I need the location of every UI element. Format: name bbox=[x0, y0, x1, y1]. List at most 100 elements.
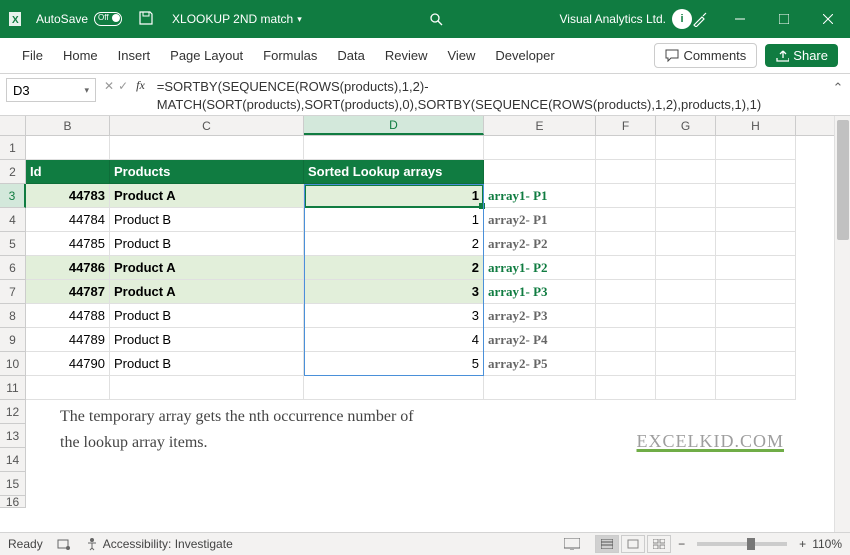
row-header[interactable]: 10 bbox=[0, 352, 26, 376]
table-header-sorted[interactable]: Sorted Lookup arrays bbox=[304, 160, 484, 184]
tab-file[interactable]: File bbox=[12, 38, 53, 74]
comments-button[interactable]: Comments bbox=[654, 43, 757, 68]
cell-id[interactable]: 44787 bbox=[26, 280, 110, 304]
cell-annotation[interactable]: array1- P2 bbox=[484, 256, 596, 280]
cell-product[interactable]: Product B bbox=[110, 304, 304, 328]
row-header[interactable]: 3 bbox=[0, 184, 26, 208]
select-all-corner[interactable] bbox=[0, 116, 26, 135]
maximize-button[interactable] bbox=[762, 0, 806, 38]
cell-sorted[interactable]: 2 bbox=[304, 232, 484, 256]
toggle-switch[interactable]: Off bbox=[94, 12, 122, 26]
tab-insert[interactable]: Insert bbox=[108, 38, 161, 74]
zoom-level[interactable]: 110% bbox=[812, 537, 842, 551]
formula-expand-button[interactable]: ⌃ bbox=[826, 80, 850, 96]
cell-product[interactable]: Product B bbox=[110, 208, 304, 232]
table-header-id[interactable]: Id bbox=[26, 160, 110, 184]
accessibility-status[interactable]: Accessibility: Investigate bbox=[85, 537, 233, 551]
cell-id[interactable]: 44784 bbox=[26, 208, 110, 232]
minimize-button[interactable] bbox=[718, 0, 762, 38]
row-header[interactable]: 13 bbox=[0, 424, 26, 448]
cell-annotation[interactable]: array2- P5 bbox=[484, 352, 596, 376]
cell-id[interactable]: 44786 bbox=[26, 256, 110, 280]
tab-review[interactable]: Review bbox=[375, 38, 438, 74]
cell-annotation[interactable]: array2- P1 bbox=[484, 208, 596, 232]
cell-product[interactable]: Product B bbox=[110, 232, 304, 256]
confirm-icon[interactable]: ✓ bbox=[118, 79, 128, 93]
row-header[interactable]: 8 bbox=[0, 304, 26, 328]
row-header[interactable]: 11 bbox=[0, 376, 26, 400]
table-header-products[interactable]: Products bbox=[110, 160, 304, 184]
cell-sorted[interactable]: 4 bbox=[304, 328, 484, 352]
row-header[interactable]: 2 bbox=[0, 160, 26, 184]
row-header[interactable]: 12 bbox=[0, 400, 26, 424]
col-header-d[interactable]: D bbox=[304, 116, 484, 135]
row-header[interactable]: 14 bbox=[0, 448, 26, 472]
cell-sorted[interactable]: 3 bbox=[304, 304, 484, 328]
cell-product[interactable]: Product A bbox=[110, 256, 304, 280]
cell-product[interactable]: Product B bbox=[110, 352, 304, 376]
vertical-scrollbar[interactable] bbox=[834, 116, 850, 532]
cell-id[interactable]: 44783 bbox=[26, 184, 110, 208]
col-header-f[interactable]: F bbox=[596, 116, 656, 135]
zoom-out-button[interactable]: − bbox=[678, 537, 685, 551]
fx-icon[interactable]: fx bbox=[136, 78, 145, 93]
cell-id[interactable]: 44790 bbox=[26, 352, 110, 376]
tab-home[interactable]: Home bbox=[53, 38, 108, 74]
tab-formulas[interactable]: Formulas bbox=[253, 38, 327, 74]
cell-id[interactable]: 44789 bbox=[26, 328, 110, 352]
name-box[interactable]: D3 ▾ bbox=[6, 78, 96, 102]
row-header[interactable]: 9 bbox=[0, 328, 26, 352]
normal-view-button[interactable] bbox=[595, 535, 619, 553]
col-header-e[interactable]: E bbox=[484, 116, 596, 135]
close-button[interactable] bbox=[806, 0, 850, 38]
titlebar: X AutoSave Off XLOOKUP 2ND match ▾ Visua… bbox=[0, 0, 850, 38]
zoom-slider[interactable] bbox=[697, 542, 787, 546]
autosave-toggle[interactable]: AutoSave Off bbox=[36, 12, 122, 26]
cell-annotation[interactable]: array2- P4 bbox=[484, 328, 596, 352]
page-break-view-button[interactable] bbox=[647, 535, 671, 553]
cell-annotation[interactable]: array2- P3 bbox=[484, 304, 596, 328]
macro-record-icon[interactable] bbox=[57, 537, 71, 551]
spreadsheet-grid[interactable]: B C D E F G H 1 2 Id Products Sorted Loo… bbox=[0, 116, 834, 532]
cell-annotation[interactable]: array2- P2 bbox=[484, 232, 596, 256]
row-header[interactable]: 4 bbox=[0, 208, 26, 232]
cell-sorted[interactable]: 2 bbox=[304, 256, 484, 280]
search-button[interactable] bbox=[312, 12, 560, 26]
cell-sorted[interactable]: 3 bbox=[304, 280, 484, 304]
tab-page-layout[interactable]: Page Layout bbox=[160, 38, 253, 74]
cell-product[interactable]: Product A bbox=[110, 184, 304, 208]
row-header[interactable]: 5 bbox=[0, 232, 26, 256]
page-layout-view-button[interactable] bbox=[621, 535, 645, 553]
share-button[interactable]: Share bbox=[765, 44, 838, 67]
cell-sorted[interactable]: 1 bbox=[304, 208, 484, 232]
row-header[interactable]: 7 bbox=[0, 280, 26, 304]
cell-product[interactable]: Product A bbox=[110, 280, 304, 304]
cancel-icon[interactable]: ✕ bbox=[104, 79, 114, 93]
cell-sorted[interactable]: 1 bbox=[304, 184, 484, 208]
tab-developer[interactable]: Developer bbox=[485, 38, 564, 74]
col-header-h[interactable]: H bbox=[716, 116, 796, 135]
brush-icon[interactable] bbox=[692, 11, 708, 27]
col-header-b[interactable]: B bbox=[26, 116, 110, 135]
save-icon[interactable] bbox=[138, 10, 156, 28]
row-header[interactable]: 1 bbox=[0, 136, 26, 160]
cell-id[interactable]: 44788 bbox=[26, 304, 110, 328]
zoom-in-button[interactable]: + bbox=[799, 537, 806, 551]
scrollbar-thumb[interactable] bbox=[837, 120, 849, 240]
row-header[interactable]: 16 bbox=[0, 496, 26, 508]
formula-input[interactable]: =SORTBY(SEQUENCE(ROWS(products),1,2)-MAT… bbox=[149, 74, 826, 114]
cell-id[interactable]: 44785 bbox=[26, 232, 110, 256]
cell-annotation[interactable]: array1- P1 bbox=[484, 184, 596, 208]
cell-product[interactable]: Product B bbox=[110, 328, 304, 352]
filename[interactable]: XLOOKUP 2ND match ▾ bbox=[172, 12, 302, 26]
display-settings-icon[interactable] bbox=[564, 538, 580, 550]
col-header-g[interactable]: G bbox=[656, 116, 716, 135]
cell-sorted[interactable]: 5 bbox=[304, 352, 484, 376]
col-header-c[interactable]: C bbox=[110, 116, 304, 135]
tab-data[interactable]: Data bbox=[327, 38, 374, 74]
cell-annotation[interactable]: array1- P3 bbox=[484, 280, 596, 304]
row-header[interactable]: 6 bbox=[0, 256, 26, 280]
account-name[interactable]: Visual Analytics Ltd. i bbox=[559, 9, 692, 29]
row-header[interactable]: 15 bbox=[0, 472, 26, 496]
tab-view[interactable]: View bbox=[437, 38, 485, 74]
